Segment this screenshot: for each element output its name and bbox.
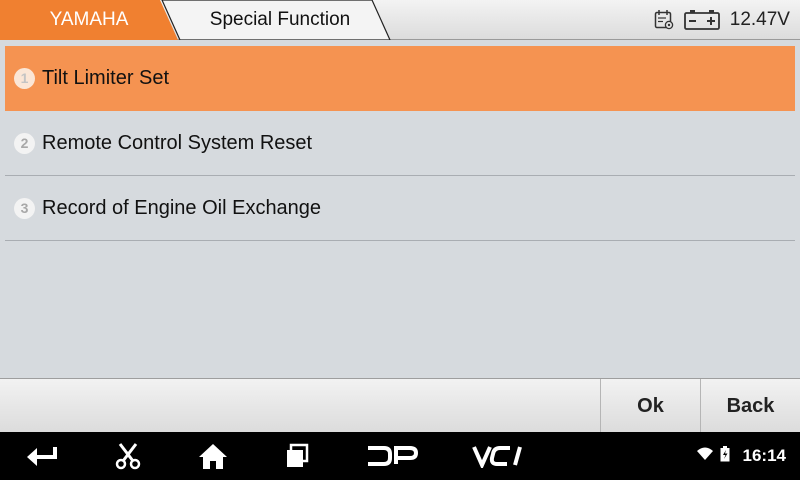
vci-icon[interactable]	[470, 440, 526, 472]
back-button[interactable]: Back	[700, 379, 800, 433]
function-list: 1 Tilt Limiter Set 2 Remote Control Syst…	[5, 46, 795, 241]
status-area: 12.47V	[654, 0, 790, 40]
battery-status-icon	[720, 446, 730, 467]
dp-icon[interactable]	[366, 440, 418, 472]
battery-icon	[683, 9, 720, 31]
calendar-settings-icon	[654, 9, 674, 31]
item-label: Tilt Limiter Set	[42, 66, 170, 89]
system-nav-bar: 16:14	[0, 432, 800, 480]
action-bar: Ok Back	[0, 378, 800, 433]
item-number-badge: 3	[14, 197, 35, 219]
breadcrumb-function[interactable]: Special Function	[180, 0, 380, 40]
breadcrumb-brand[interactable]: YAMAHA	[0, 0, 178, 40]
list-item-remote-control-reset[interactable]: 2 Remote Control System Reset	[5, 111, 795, 176]
clock: 16:14	[742, 446, 786, 465]
scissors-icon[interactable]	[112, 440, 144, 472]
item-number-badge: 1	[14, 67, 35, 89]
item-label: Record of Engine Oil Exchange	[42, 196, 322, 219]
back-arrow-icon[interactable]	[24, 440, 60, 472]
item-number-badge: 2	[14, 132, 35, 154]
wifi-icon	[696, 447, 714, 466]
list-item-tilt-limiter-set[interactable]: 1 Tilt Limiter Set	[5, 46, 795, 111]
title-bar: YAMAHA Special Function 12.47V	[0, 0, 800, 40]
system-status-icons	[696, 446, 730, 467]
home-icon[interactable]	[196, 440, 230, 472]
list-item-engine-oil-record[interactable]: 3 Record of Engine Oil Exchange	[5, 176, 795, 241]
battery-voltage: 12.47V	[729, 9, 790, 30]
function-list-panel: 1 Tilt Limiter Set 2 Remote Control Syst…	[0, 40, 800, 378]
item-label: Remote Control System Reset	[42, 131, 313, 154]
ok-button[interactable]: Ok	[600, 379, 700, 433]
recent-apps-icon[interactable]	[282, 440, 312, 472]
